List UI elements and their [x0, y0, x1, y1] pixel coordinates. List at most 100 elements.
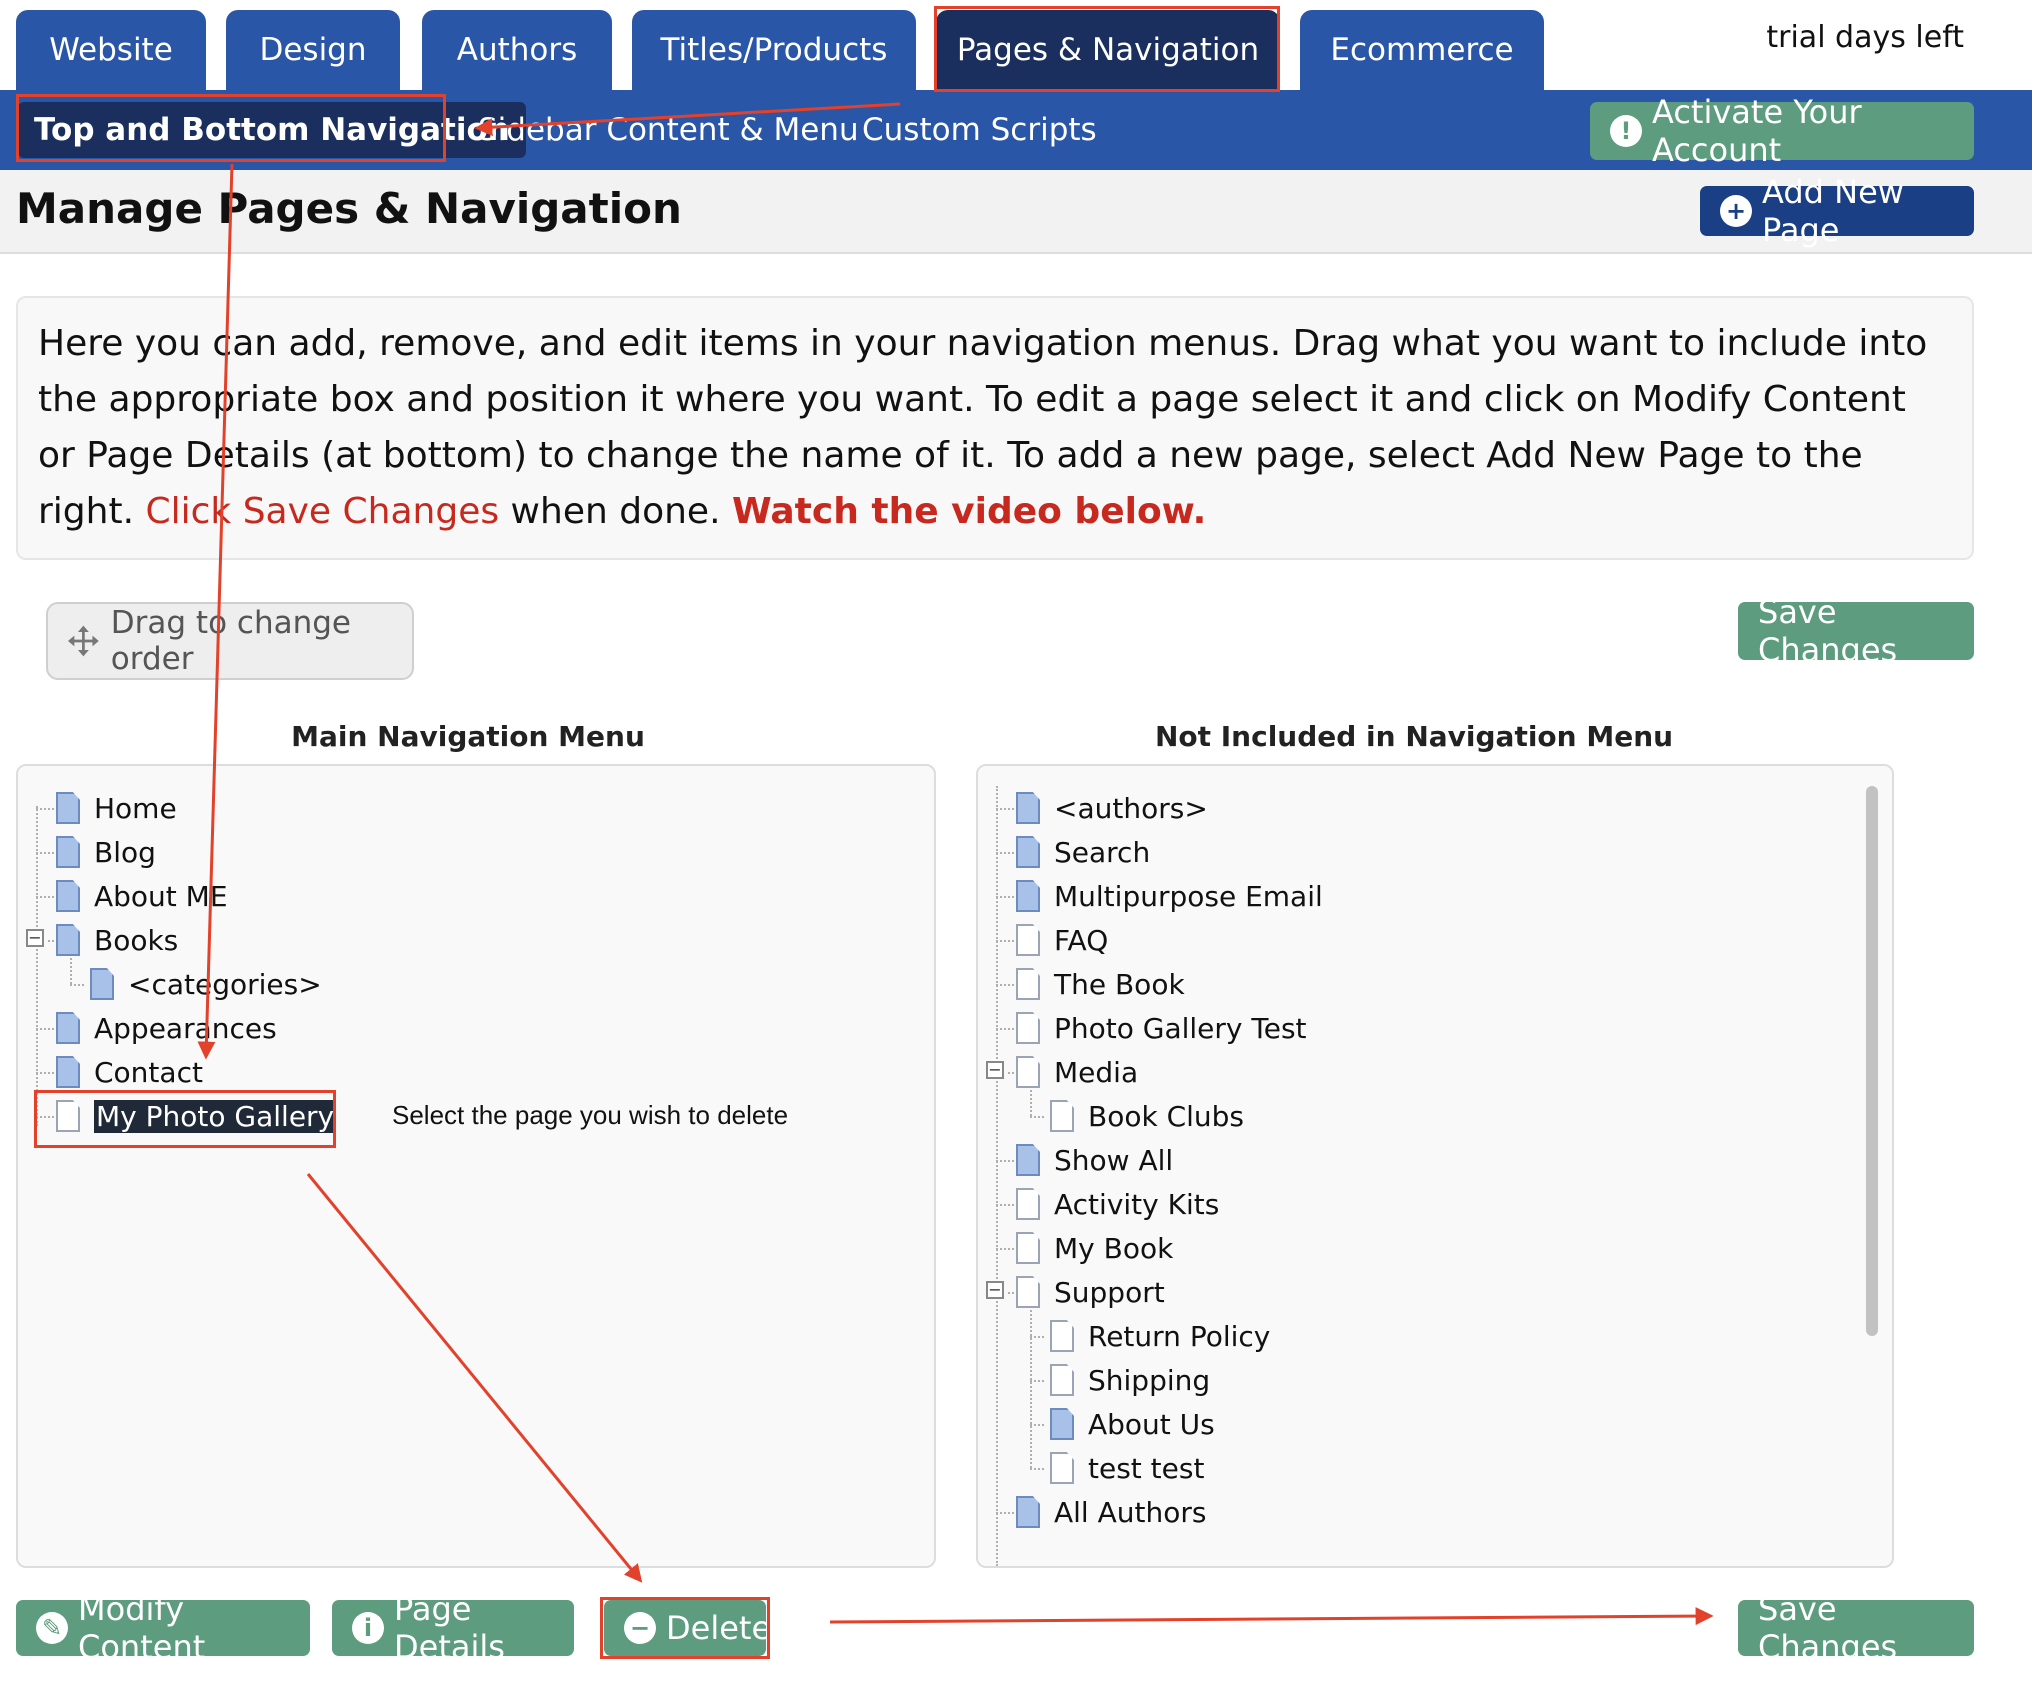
plus-circle-icon: +	[1720, 195, 1752, 227]
drag-to-change-order-label: Drag to change order	[110, 605, 351, 677]
tree-item-appearances[interactable]: Appearances	[56, 1006, 277, 1050]
tree-item-return-policy[interactable]: Return Policy	[1050, 1314, 1270, 1358]
not-included-tree-panel[interactable]: − − <authors> Search Multipurpose Email …	[976, 764, 1894, 1568]
save-changes-button-top[interactable]: Save Changes	[1738, 593, 1974, 669]
save-changes-hint: Click Save Changes	[145, 491, 500, 532]
save-changes-button-bottom[interactable]: Save Changes	[1738, 1590, 1974, 1666]
page-icon	[1016, 836, 1040, 868]
page-icon	[1016, 1232, 1040, 1264]
page-icon	[1016, 1056, 1040, 1088]
books-collapse-toggle[interactable]: −	[26, 929, 44, 947]
support-collapse-toggle[interactable]: −	[986, 1281, 1004, 1299]
tree-item-my-book[interactable]: My Book	[1016, 1226, 1173, 1270]
move-arrows-icon	[68, 625, 99, 657]
page-icon	[1050, 1452, 1074, 1484]
subnav-custom-scripts[interactable]: Custom Scripts	[862, 90, 1097, 170]
tab-titles-products[interactable]: Titles/Products	[632, 10, 916, 90]
delete-hint-annotation: Select the page you wish to delete	[392, 1100, 789, 1130]
page-icon	[1016, 1496, 1040, 1528]
tree-item-activity-kits[interactable]: Activity Kits	[1016, 1182, 1219, 1226]
top-tab-bar: Website Design Authors Titles/Products P…	[0, 0, 2032, 90]
page-icon	[1016, 880, 1040, 912]
tree-item-blog[interactable]: Blog	[56, 830, 156, 874]
info-circle-icon: i	[352, 1612, 384, 1644]
subnav-top-bottom-navigation[interactable]: Top and Bottom Navigation	[18, 102, 526, 158]
main-navigation-menu-title: Main Navigation Menu	[291, 720, 645, 753]
tree-item-my-photo-gallery[interactable]: My Photo Gallery	[56, 1094, 337, 1138]
modify-content-button[interactable]: ✎ Modify Content	[16, 1590, 310, 1666]
tree-item-about-me[interactable]: About ME	[56, 874, 228, 918]
tree-item-search[interactable]: Search	[1016, 830, 1150, 874]
tab-ecommerce[interactable]: Ecommerce	[1300, 10, 1544, 90]
tree-item-support[interactable]: Support	[1016, 1270, 1165, 1314]
page-title: Manage Pages & Navigation	[16, 184, 682, 233]
not-included-menu-title: Not Included in Navigation Menu	[1154, 720, 1674, 753]
tree-item-authors[interactable]: <authors>	[1016, 786, 1208, 830]
tree-item-all-authors[interactable]: All Authors	[1016, 1490, 1206, 1534]
tab-pages-navigation[interactable]: Pages & Navigation	[936, 10, 1280, 90]
tree-scrollbar[interactable]	[1866, 786, 1878, 1336]
modify-content-label: Modify Content	[78, 1590, 206, 1666]
tree-item-photo-gallery-test[interactable]: Photo Gallery Test	[1016, 1006, 1307, 1050]
tree-item-shipping[interactable]: Shipping	[1050, 1358, 1210, 1402]
tree-item-home[interactable]: Home	[56, 786, 177, 830]
page-details-button[interactable]: i Page Details	[332, 1590, 574, 1666]
minus-circle-icon: −	[624, 1612, 656, 1644]
trial-days-text: trial days left	[1766, 20, 1964, 55]
tree-item-show-all[interactable]: Show All	[1016, 1138, 1173, 1182]
page-icon	[1050, 1408, 1074, 1440]
page-icon	[1050, 1100, 1074, 1132]
page-icon	[56, 1056, 80, 1088]
main-navigation-tree-panel[interactable]: − Home Blog About ME Books <categories> …	[16, 764, 936, 1568]
alert-icon: !	[1610, 115, 1642, 147]
tree-item-categories[interactable]: <categories>	[90, 962, 322, 1006]
activate-account-button[interactable]: ! Activate Your Account	[1590, 93, 1974, 169]
tab-design[interactable]: Design	[226, 10, 400, 90]
page-icon	[56, 880, 80, 912]
page-icon	[56, 792, 80, 824]
page-icon	[1050, 1364, 1074, 1396]
instructions-text-end: when done.	[499, 491, 732, 532]
tree-item-the-book[interactable]: The Book	[1016, 962, 1185, 1006]
instructions-box: Here you can add, remove, and edit items…	[16, 296, 1974, 560]
activate-account-label: Activate Your Account	[1652, 93, 1862, 169]
add-new-page-label: Add New Page	[1762, 173, 1904, 249]
sub-navigation-bar: Top and Bottom Navigation Sidebar Conten…	[0, 90, 2032, 170]
tree-item-multipurpose-email[interactable]: Multipurpose Email	[1016, 874, 1323, 918]
page-icon	[1016, 792, 1040, 824]
tree-item-books[interactable]: Books	[56, 918, 178, 962]
tab-authors[interactable]: Authors	[422, 10, 612, 90]
tree-item-media[interactable]: Media	[1016, 1050, 1138, 1094]
arrow-to-save-changes	[829, 1607, 1714, 1626]
delete-label: Delete	[666, 1609, 772, 1647]
tree-item-book-clubs[interactable]: Book Clubs	[1050, 1094, 1244, 1138]
tab-website[interactable]: Website	[16, 10, 206, 90]
page-icon	[1050, 1320, 1074, 1352]
media-collapse-toggle[interactable]: −	[986, 1061, 1004, 1079]
page-heading-bar: Manage Pages & Navigation + Add New Page	[0, 170, 2032, 254]
page-icon	[1016, 1188, 1040, 1220]
page-icon	[1016, 1144, 1040, 1176]
main-navigation-tree: − Home Blog About ME Books <categories> …	[18, 766, 934, 1566]
tree-item-contact[interactable]: Contact	[56, 1050, 203, 1094]
page-icon	[1016, 1012, 1040, 1044]
drag-to-change-order-button[interactable]: Drag to change order	[46, 602, 414, 680]
page-icon	[1016, 1276, 1040, 1308]
not-included-tree: − − <authors> Search Multipurpose Email …	[978, 766, 1892, 1566]
page-details-label: Page Details	[394, 1590, 505, 1666]
page-icon	[56, 1012, 80, 1044]
page-icon	[90, 968, 114, 1000]
subnav-sidebar-content-menu[interactable]: Sidebar Content & Menu	[478, 90, 859, 170]
watch-video-link[interactable]: Watch the video below.	[732, 491, 1206, 532]
tree-item-about-us[interactable]: About Us	[1050, 1402, 1215, 1446]
add-new-page-button[interactable]: + Add New Page	[1700, 173, 1974, 249]
tree-item-faq[interactable]: FAQ	[1016, 918, 1108, 962]
page-icon	[56, 836, 80, 868]
page-icon	[1016, 924, 1040, 956]
pencil-circle-icon: ✎	[36, 1612, 68, 1644]
page-icon	[56, 1100, 80, 1132]
page-icon	[1016, 968, 1040, 1000]
delete-button[interactable]: − Delete	[604, 1600, 771, 1656]
page-icon	[56, 924, 80, 956]
tree-item-test-test[interactable]: test test	[1050, 1446, 1204, 1490]
